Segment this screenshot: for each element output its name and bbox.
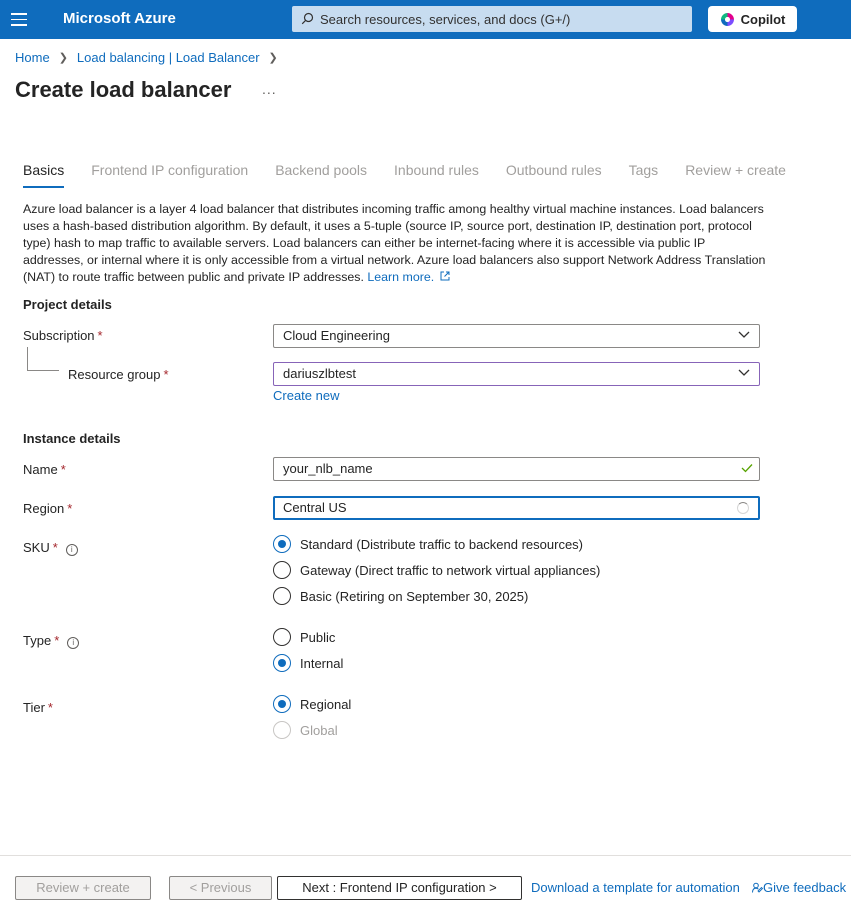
give-feedback-label: Give feedback <box>763 880 847 895</box>
resource-group-label-text: Resource group <box>68 367 161 382</box>
brand-title[interactable]: Microsoft Azure <box>63 10 176 27</box>
previous-button[interactable]: < Previous <box>169 876 272 900</box>
tree-connector <box>27 347 59 371</box>
sku-option-gateway[interactable]: Gateway (Direct traffic to network virtu… <box>273 561 600 579</box>
name-label: Name * <box>23 462 66 477</box>
copilot-button[interactable]: Copilot <box>708 6 797 32</box>
copilot-label: Copilot <box>740 11 786 27</box>
radio-checked-icon[interactable] <box>273 654 291 672</box>
radio-checked-icon[interactable] <box>273 535 291 553</box>
subscription-label: Subscription * <box>23 328 103 343</box>
sku-basic-label: Basic (Retiring on September 30, 2025) <box>300 588 529 604</box>
chevron-down-icon <box>738 369 750 376</box>
next-button[interactable]: Next : Frontend IP configuration > <box>277 876 522 900</box>
chevron-right-icon: ❯ <box>268 52 278 64</box>
required-mark: * <box>52 540 58 555</box>
download-template-link[interactable]: Download a template for automation <box>531 880 740 895</box>
resource-group-label: Resource group * <box>68 367 169 382</box>
name-value: your_nlb_name <box>283 461 373 476</box>
tab-outbound-rules[interactable]: Outbound rules <box>506 162 602 188</box>
learn-more-label: Learn more. <box>367 270 435 284</box>
type-public-label: Public <box>300 629 336 645</box>
search-icon <box>301 12 314 25</box>
sku-option-standard[interactable]: Standard (Distribute traffic to backend … <box>273 535 583 553</box>
required-mark: * <box>97 328 103 343</box>
type-label-text: Type <box>23 633 52 648</box>
give-feedback-link[interactable]: Give feedback <box>752 880 846 895</box>
required-mark: * <box>47 700 53 715</box>
radio-unchecked-icon[interactable] <box>273 628 291 646</box>
copilot-icon <box>720 12 734 26</box>
tier-global-label: Global <box>300 722 338 738</box>
tier-option-global: Global <box>273 721 338 739</box>
tab-backend-pools[interactable]: Backend pools <box>275 162 367 188</box>
breadcrumb: Home ❯ Load balancing | Load Balancer ❯ <box>15 50 287 65</box>
region-label: Region * <box>23 501 72 516</box>
top-bar: Microsoft Azure Copilot <box>0 0 851 39</box>
region-dropdown[interactable]: Central US <box>273 496 760 520</box>
radio-unchecked-icon[interactable] <box>273 561 291 579</box>
tier-option-regional[interactable]: Regional <box>273 695 351 713</box>
required-mark: * <box>54 633 60 648</box>
name-label-text: Name <box>23 462 58 477</box>
external-link-icon <box>440 271 450 281</box>
type-label: Type * i <box>23 633 80 649</box>
breadcrumb-load-balancing[interactable]: Load balancing | Load Balancer <box>77 50 260 65</box>
instance-details-heading: Instance details <box>23 431 121 446</box>
sku-label: SKU * i <box>23 540 78 556</box>
subscription-dropdown[interactable]: Cloud Engineering <box>273 324 760 348</box>
chevron-right-icon: ❯ <box>58 52 68 64</box>
project-details-heading: Project details <box>23 297 112 312</box>
required-mark: * <box>163 367 169 382</box>
radio-disabled-icon <box>273 721 291 739</box>
chevron-down-icon <box>738 331 750 338</box>
more-options-icon[interactable]: ... <box>262 81 277 97</box>
page-title: Create load balancer <box>15 77 232 102</box>
search-box[interactable] <box>292 6 692 32</box>
resource-group-value: dariuszlbtest <box>283 366 356 381</box>
description: Azure load balancer is a layer 4 load ba… <box>23 201 768 286</box>
sku-standard-label: Standard (Distribute traffic to backend … <box>300 536 584 552</box>
required-mark: * <box>60 462 66 477</box>
type-option-internal[interactable]: Internal <box>273 654 343 672</box>
menu-icon[interactable] <box>11 13 27 26</box>
search-input[interactable] <box>320 6 685 32</box>
tab-frontend-ip-configuration[interactable]: Frontend IP configuration <box>91 162 248 188</box>
info-icon[interactable]: i <box>67 637 80 649</box>
tab-tags[interactable]: Tags <box>629 162 659 188</box>
tier-label: Tier * <box>23 700 53 715</box>
tier-label-text: Tier <box>23 700 45 715</box>
breadcrumb-home[interactable]: Home <box>15 50 50 65</box>
resource-group-dropdown[interactable]: dariuszlbtest <box>273 362 760 386</box>
region-value: Central US <box>283 500 347 515</box>
review-create-button[interactable]: Review + create <box>15 876 151 900</box>
radio-checked-icon[interactable] <box>273 695 291 713</box>
tab-basics[interactable]: Basics <box>23 162 65 188</box>
name-input[interactable]: your_nlb_name <box>273 457 760 481</box>
type-internal-label: Internal <box>300 655 344 671</box>
type-option-public[interactable]: Public <box>273 628 335 646</box>
create-new-link[interactable]: Create new <box>273 388 339 403</box>
tab-review-create[interactable]: Review + create <box>685 162 786 188</box>
sku-gateway-label: Gateway (Direct traffic to network virtu… <box>300 562 601 578</box>
sku-option-basic[interactable]: Basic (Retiring on September 30, 2025) <box>273 587 528 605</box>
tab-strip: Basics Frontend IP configuration Backend… <box>23 162 813 188</box>
tab-inbound-rules[interactable]: Inbound rules <box>394 162 479 188</box>
required-mark: * <box>67 501 73 516</box>
radio-unchecked-icon[interactable] <box>273 587 291 605</box>
checkmark-icon <box>741 464 753 473</box>
subscription-label-text: Subscription <box>23 328 95 343</box>
loading-spinner-icon <box>737 502 749 514</box>
subscription-value: Cloud Engineering <box>283 328 390 343</box>
sku-label-text: SKU <box>23 540 50 555</box>
learn-more-link[interactable]: Learn more. <box>367 270 450 284</box>
tier-regional-label: Regional <box>300 696 352 712</box>
region-label-text: Region <box>23 501 65 516</box>
feedback-icon <box>752 882 763 893</box>
info-icon[interactable]: i <box>65 544 78 556</box>
